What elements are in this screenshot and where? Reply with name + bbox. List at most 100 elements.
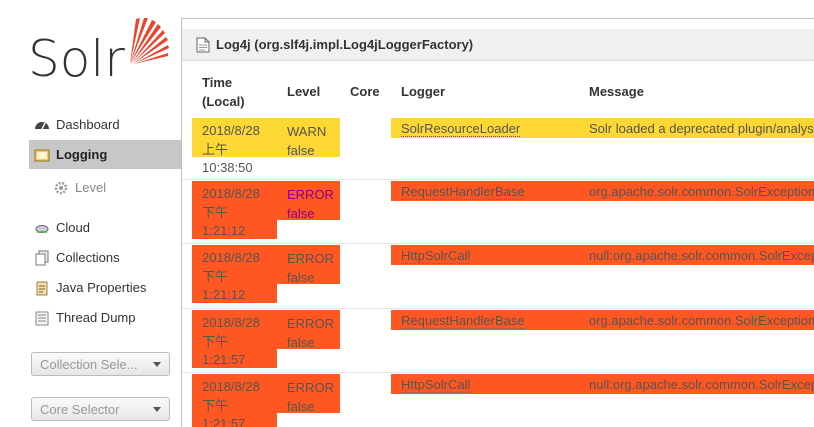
message-cell[interactable]: null:org.apache.solr.common.SolrExceptio…	[579, 374, 814, 394]
level-gear-icon	[54, 181, 68, 194]
logger-link[interactable]: SolrResourceLoader	[401, 121, 521, 137]
log-level: ERROR	[287, 251, 334, 266]
log-flag: false	[287, 270, 315, 285]
collections-icon	[35, 250, 49, 265]
message-cell[interactable]: Solr loaded a deprecated plugin/analysis	[579, 118, 814, 138]
level-cell: ERROR false	[277, 310, 340, 350]
table-header: Time (Local) Level Core Logger Message	[182, 72, 814, 116]
logger-cell: HttpSolrCall	[391, 374, 579, 394]
logger-cell: RequestHandlerBase	[391, 181, 579, 201]
log-ampm: 上午	[202, 141, 229, 157]
sidebar-item-label: Cloud	[56, 220, 90, 235]
log-flag: false	[287, 335, 315, 350]
solr-sun-icon	[130, 18, 169, 64]
core-selector-text: Core Selector	[40, 401, 120, 417]
row-divider	[182, 243, 814, 244]
column-header-core: Core	[350, 84, 380, 99]
log-ampm: 下午	[202, 268, 229, 284]
sidebar-item-label: Java Properties	[56, 280, 147, 295]
sidebar-item-label: Level	[75, 180, 107, 195]
log-level: ERROR	[287, 316, 334, 331]
logger-cell: SolrResourceLoader	[391, 118, 579, 138]
log-level: WARN	[287, 124, 327, 139]
log-ampm: 下午	[202, 333, 229, 349]
sidebar-item-java-properties[interactable]: Java Properties	[29, 273, 181, 302]
time-cell: 2018/8/28 下午 1:21:12	[192, 181, 277, 239]
logger-link[interactable]: HttpSolrCall	[401, 248, 471, 264]
level-cell: ERROR false	[277, 374, 340, 414]
logger-link[interactable]: RequestHandlerBase	[401, 313, 525, 329]
log-row[interactable]: 2018/8/28 下午 1:21:12 ERROR false HttpSol…	[182, 245, 814, 309]
log-flag: false	[287, 206, 315, 221]
log-row[interactable]: 2018/8/28 上午 10:38:50 WARN false SolrRes…	[182, 118, 814, 180]
sidebar-item-label: Thread Dump	[56, 310, 136, 325]
logger-link[interactable]: HttpSolrCall	[401, 377, 471, 393]
log-date: 2018/8/28	[202, 123, 260, 138]
row-divider	[182, 372, 814, 373]
log-row[interactable]: 2018/8/28 下午 1:21:57 ERROR false Request…	[182, 310, 814, 373]
sidebar-item-label: Collections	[56, 250, 120, 265]
dashboard-icon	[35, 121, 49, 129]
column-header-logger: Logger	[401, 84, 446, 99]
log-date: 2018/8/28	[202, 250, 260, 265]
log-flag: false	[287, 143, 315, 158]
collection-selector-text: Collection Sele...	[40, 356, 138, 372]
log-time: 1:21:57	[202, 352, 246, 367]
chevron-down-icon	[153, 361, 161, 367]
message-cell[interactable]: org.apache.solr.common.SolrException	[579, 181, 814, 201]
column-header-time: Time	[202, 75, 233, 90]
sidebar-item-dashboard[interactable]: Dashboard	[29, 110, 181, 139]
logger-cell: RequestHandlerBase	[391, 310, 579, 330]
level-cell: ERROR false	[277, 181, 340, 221]
sidebar-item-label: Dashboard	[56, 117, 120, 132]
time-cell: 2018/8/28 上午 10:38:50	[192, 118, 277, 175]
column-header-level: Level	[287, 84, 321, 99]
log-level: ERROR	[287, 187, 334, 202]
sidebar-item-cloud[interactable]: Cloud	[29, 213, 181, 242]
log-level: ERROR	[287, 380, 334, 395]
sidebar-item-thread-dump[interactable]: Thread Dump	[29, 303, 181, 332]
time-cell: 2018/8/28 下午 1:21:12	[192, 245, 277, 303]
page-title: Log4j (org.slf4j.impl.Log4jLoggerFactory…	[216, 37, 474, 52]
time-cell: 2018/8/28 下午 1:21:57	[192, 374, 277, 427]
message-cell[interactable]: null:org.apache.solr.common.SolrExceptio…	[579, 245, 814, 265]
panel-header: Log4j (org.slf4j.impl.Log4jLoggerFactory…	[182, 29, 814, 61]
logging-panel: Log4j (org.slf4j.impl.Log4jLoggerFactory…	[181, 18, 814, 427]
column-header-message: Message	[589, 84, 644, 99]
log-ampm: 下午	[202, 397, 229, 413]
level-cell: WARN false	[277, 118, 340, 158]
row-divider	[182, 179, 814, 180]
row-divider	[182, 308, 814, 309]
core-selector[interactable]: Core Selector	[31, 397, 170, 421]
log-row[interactable]: 2018/8/28 下午 1:21:57 ERROR false HttpSol…	[182, 374, 814, 427]
sidebar-item-level[interactable]: Level	[29, 173, 181, 202]
thread-dump-icon	[35, 311, 49, 325]
logger-cell: HttpSolrCall	[391, 245, 579, 265]
log-time: 10:38:50	[202, 160, 253, 175]
sidebar: Solr Dashboard Logging Level Cloud Colle…	[0, 0, 181, 427]
logging-icon	[34, 149, 50, 161]
log-ampm: 下午	[202, 204, 229, 220]
sidebar-item-collections[interactable]: Collections	[29, 243, 181, 272]
java-properties-icon	[36, 281, 48, 295]
document-icon	[196, 37, 210, 52]
log-time: 1:21:12	[202, 287, 246, 302]
log-flag: false	[287, 399, 315, 414]
chevron-down-icon	[153, 406, 161, 412]
sidebar-item-logging[interactable]: Logging	[29, 140, 181, 169]
time-cell: 2018/8/28 下午 1:21:57	[192, 310, 277, 368]
log-time: 1:21:12	[202, 223, 246, 238]
log-date: 2018/8/28	[202, 315, 260, 330]
cloud-icon	[35, 224, 49, 233]
message-cell[interactable]: org.apache.solr.common.SolrException	[579, 310, 814, 330]
log-row[interactable]: 2018/8/28 下午 1:21:12 ERROR false Request…	[182, 181, 814, 244]
sidebar-item-label: Logging	[56, 147, 108, 162]
logger-link[interactable]: RequestHandlerBase	[401, 184, 525, 200]
log-date: 2018/8/28	[202, 379, 260, 394]
log-time: 1:21:57	[202, 416, 246, 427]
solr-logo[interactable]: Solr	[28, 16, 169, 92]
collection-selector[interactable]: Collection Sele...	[31, 352, 170, 376]
column-header-time-local: (Local)	[202, 94, 245, 109]
logo-text: Solr	[28, 30, 125, 88]
level-cell: ERROR false	[277, 245, 340, 285]
